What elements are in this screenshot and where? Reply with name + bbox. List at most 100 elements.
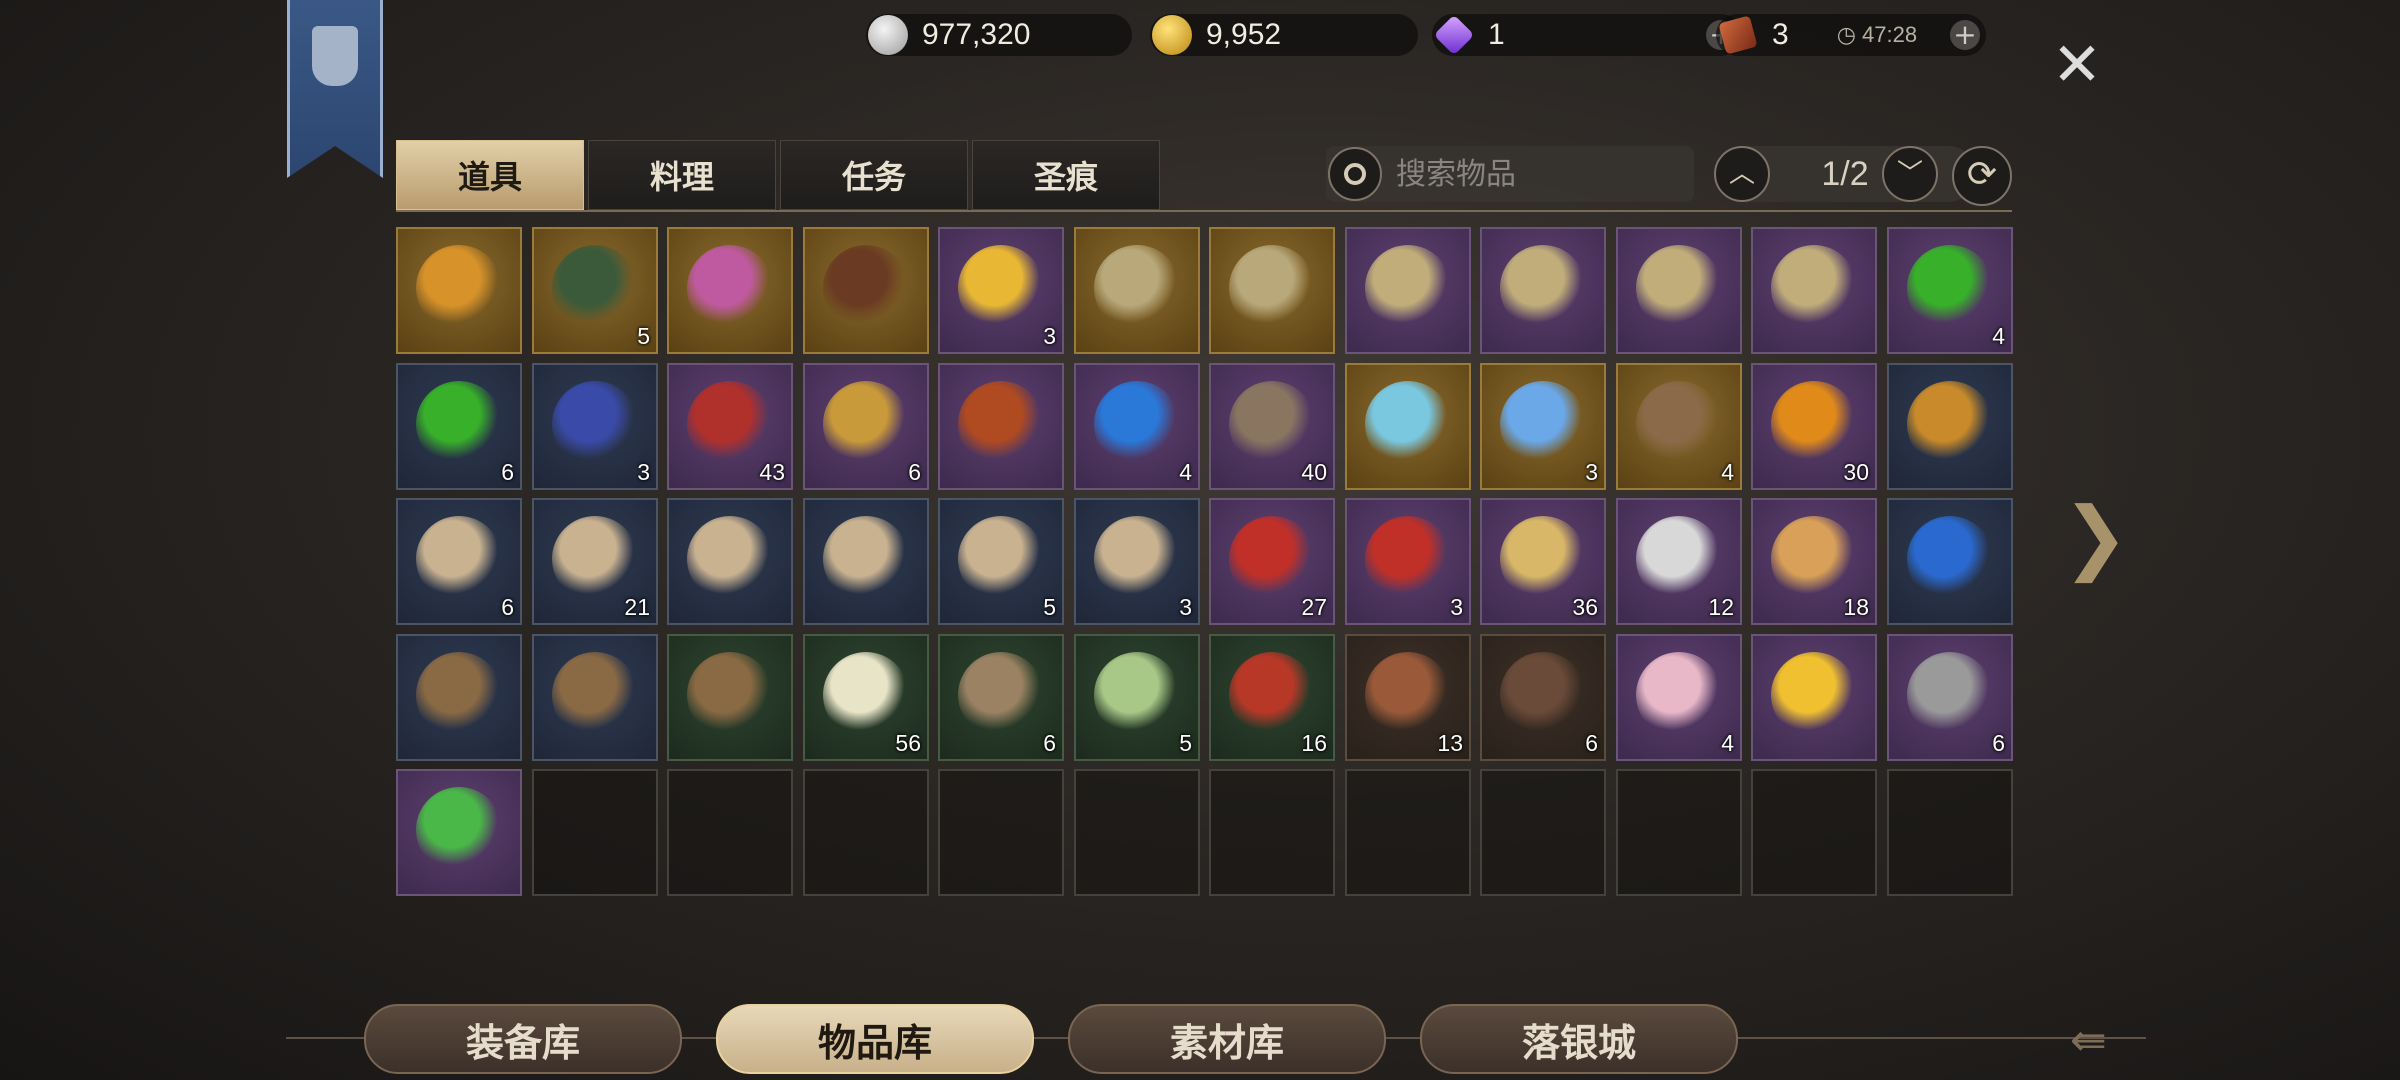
inventory-slot[interactable]	[1209, 227, 1335, 354]
amber-ore-icon	[1907, 381, 1993, 467]
inventory-slot[interactable]: 6	[1480, 634, 1606, 761]
inventory-slot[interactable]	[1751, 634, 1877, 761]
inventory-slot[interactable]: 3	[532, 363, 658, 490]
inventory-slot[interactable]: 6	[803, 363, 929, 490]
inventory-slot[interactable]	[667, 227, 793, 354]
green-potion-icon	[416, 381, 502, 467]
inventory-slot[interactable]: 3	[1074, 498, 1200, 625]
inventory-slot[interactable]: 5	[532, 227, 658, 354]
inventory-slot[interactable]	[1751, 227, 1877, 354]
inventory-slot[interactable]: 4	[1887, 227, 2013, 354]
butterfly-icon	[1094, 381, 1180, 467]
item-count: 3	[1043, 323, 1056, 349]
crystal-icon	[1500, 381, 1586, 467]
item-count: 4	[1721, 730, 1734, 756]
inventory-slot[interactable]	[396, 769, 522, 896]
item-count: 4	[1721, 459, 1734, 485]
inventory-slot[interactable]: 30	[1751, 363, 1877, 490]
tab-material-storage[interactable]: 素材库	[1068, 1004, 1386, 1074]
orange-candle-icon	[1771, 516, 1857, 602]
item-count: 4	[1179, 459, 1192, 485]
inventory-slot[interactable]: 27	[1209, 498, 1335, 625]
inventory-slot[interactable]: 4	[1616, 634, 1742, 761]
feather-scroll-icon	[687, 245, 773, 331]
inventory-slot[interactable]: 5	[1074, 634, 1200, 761]
page-up-button[interactable]: ︿	[1714, 146, 1770, 202]
map-scroll-icon	[1636, 245, 1722, 331]
item-count: 3	[1179, 594, 1192, 620]
gold-currency: 9,952	[1150, 14, 1418, 56]
inventory-slot[interactable]: 13	[1345, 634, 1471, 761]
inventory-slot[interactable]: 40	[1209, 363, 1335, 490]
tab-equipment-storage[interactable]: 装备库	[364, 1004, 682, 1074]
tab-cuisine[interactable]: 料理	[588, 140, 776, 210]
tab-stigmata[interactable]: 圣痕	[972, 140, 1160, 210]
inventory-slot[interactable]	[532, 634, 658, 761]
search-icon[interactable]	[1328, 147, 1382, 201]
refresh-icon[interactable]: ⟳	[1952, 146, 2012, 206]
empty-slot	[1751, 769, 1877, 896]
inventory-slot[interactable]: 18	[1751, 498, 1877, 625]
next-page-arrow-icon[interactable]: ❯	[2062, 496, 2129, 578]
gold-coin-icon	[1152, 15, 1192, 55]
inventory-slot[interactable]: 36	[1480, 498, 1606, 625]
silver-currency: 977,320	[866, 14, 1132, 56]
add-ticket-button[interactable]: +	[1950, 20, 1980, 50]
tab-quest[interactable]: 任务	[780, 140, 968, 210]
inventory-slot[interactable]: 4	[1074, 363, 1200, 490]
inventory-slot[interactable]	[803, 227, 929, 354]
inventory-slot[interactable]: 6	[396, 363, 522, 490]
inventory-slot[interactable]	[1887, 498, 2013, 625]
inventory-slot[interactable]: 6	[1887, 634, 2013, 761]
inventory-slot[interactable]: 6	[396, 498, 522, 625]
silver-amount: 977,320	[922, 18, 1031, 51]
empty-slot	[1345, 769, 1471, 896]
inventory-slot[interactable]: 21	[532, 498, 658, 625]
inventory-slot[interactable]	[667, 498, 793, 625]
page-down-button[interactable]: ﹀	[1882, 146, 1938, 202]
close-icon[interactable]: ✕	[2050, 35, 2104, 95]
inventory-slot[interactable]	[396, 227, 522, 354]
item-count: 5	[637, 323, 650, 349]
item-count: 6	[501, 594, 514, 620]
inventory-slot[interactable]	[667, 634, 793, 761]
inventory-slot[interactable]	[1480, 227, 1606, 354]
rubber-duck-icon	[1771, 652, 1857, 738]
guild-banner[interactable]	[287, 0, 383, 178]
ticket-timer-value: 47:28	[1862, 22, 1918, 47]
inventory-slot[interactable]	[1616, 227, 1742, 354]
inventory-slot[interactable]: 16	[1209, 634, 1335, 761]
search-input[interactable]	[1394, 155, 1678, 193]
inventory-slot[interactable]: 5	[938, 498, 1064, 625]
empty-slot	[803, 769, 929, 896]
tab-luoyin-city[interactable]: 落银城	[1420, 1004, 1738, 1074]
inventory-slot[interactable]	[803, 498, 929, 625]
sword-parchment-icon	[958, 516, 1044, 602]
lotus-ticket-icon	[1365, 516, 1451, 602]
inventory-slot[interactable]	[1345, 363, 1471, 490]
inventory-slot[interactable]: 6	[938, 634, 1064, 761]
inventory-slot[interactable]: 56	[803, 634, 929, 761]
inventory-slot[interactable]: 4	[1616, 363, 1742, 490]
inventory-slot[interactable]	[396, 634, 522, 761]
inventory-slot[interactable]: 43	[667, 363, 793, 490]
arrow-ornament-icon: ⇚	[2070, 1015, 2107, 1066]
inventory-slot[interactable]	[1887, 363, 2013, 490]
item-count: 6	[908, 459, 921, 485]
bow-parchment-icon	[416, 516, 502, 602]
tab-items[interactable]: 道具	[396, 140, 584, 210]
search-box[interactable]	[1326, 146, 1694, 202]
inventory-slot[interactable]	[938, 363, 1064, 490]
inventory-slot[interactable]	[1074, 227, 1200, 354]
inventory-slot[interactable]: 12	[1616, 498, 1742, 625]
inventory-slot[interactable]	[1345, 227, 1471, 354]
item-count: 12	[1708, 594, 1734, 620]
inventory-slot[interactable]: 3	[1480, 363, 1606, 490]
fishing-rod-icon	[552, 652, 638, 738]
ticket-amount: 3	[1772, 18, 1789, 51]
treasure-map-icon	[1229, 245, 1315, 331]
tab-item-storage[interactable]: 物品库	[716, 1004, 1034, 1074]
inventory-slot[interactable]: 3	[938, 227, 1064, 354]
inventory-slot[interactable]: 3	[1345, 498, 1471, 625]
item-count: 21	[624, 594, 650, 620]
